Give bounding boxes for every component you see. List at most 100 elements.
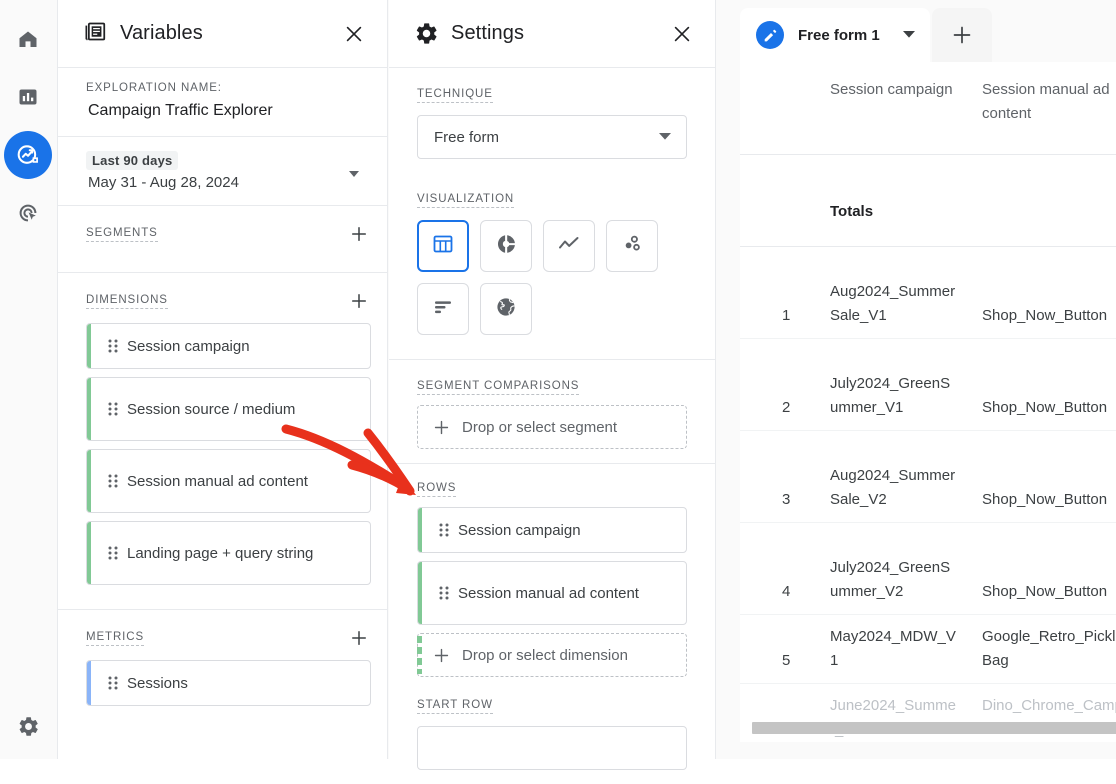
ga4-exploration-screen: Variables EXPLORATION NAME: Campaign Tra… xyxy=(0,0,1116,759)
bar-chart-icon xyxy=(431,295,455,324)
settings-panel-header: Settings xyxy=(389,0,715,68)
rows-dimension-chip[interactable]: Session manual ad content xyxy=(417,561,687,625)
plus-icon xyxy=(430,416,452,438)
dimensions-label: DIMENSIONS xyxy=(86,294,168,309)
table-header-row: Session campaign Session manual ad conte… xyxy=(740,62,1116,154)
metrics-label: METRICS xyxy=(86,631,144,646)
table-header-session-manual-ad-content[interactable]: Session manual ad content xyxy=(970,62,1116,154)
add-tab-button[interactable] xyxy=(932,8,992,62)
chevron-down-icon[interactable] xyxy=(902,26,916,44)
table-row[interactable]: 5 May2024_MDW_V1 Google_Retro_Pickleball… xyxy=(740,614,1116,683)
drag-handle-icon[interactable] xyxy=(99,545,127,561)
segment-dropzone-label: Drop or select segment xyxy=(462,419,617,436)
chevron-down-icon[interactable] xyxy=(349,171,359,177)
dimension-chip-label: Session campaign xyxy=(127,336,256,357)
totals-label: Totals xyxy=(818,154,970,246)
tab-free-form-1[interactable]: Free form 1 xyxy=(740,8,930,62)
viz-donut-chart-button[interactable] xyxy=(480,220,532,272)
close-icon[interactable] xyxy=(341,21,367,47)
dimensions-section: DIMENSIONS Session campaign Session sour… xyxy=(58,273,387,610)
rows-dimension-dropzone[interactable]: Drop or select dimension xyxy=(417,633,687,677)
exploration-canvas: Free form 1 Session campaign Session xyxy=(717,0,1116,759)
row-index: 2 xyxy=(740,338,818,430)
add-dimension-button[interactable] xyxy=(347,289,371,313)
viz-line-chart-button[interactable] xyxy=(543,220,595,272)
plus-icon xyxy=(430,644,452,666)
segment-dropzone[interactable]: Drop or select segment xyxy=(417,405,687,449)
visualization-label: VISUALIZATION xyxy=(417,193,514,208)
variables-icon xyxy=(82,21,108,47)
start-row-label: START ROW xyxy=(417,699,493,714)
technique-value: Free form xyxy=(434,129,658,146)
scrollbar-thumb[interactable] xyxy=(752,722,1116,734)
dimension-chip[interactable]: Session campaign xyxy=(86,323,371,369)
close-icon[interactable] xyxy=(669,21,695,47)
row-session-manual-ad-content: Shop_Now_Button xyxy=(970,430,1116,522)
sidebar-item-home[interactable] xyxy=(4,15,52,63)
sidebar-item-explore[interactable] xyxy=(4,131,52,179)
dimension-chip[interactable]: Landing page + query string xyxy=(86,521,371,585)
sidebar-item-admin[interactable] xyxy=(4,702,52,750)
drag-handle-icon[interactable] xyxy=(430,522,458,538)
segments-label: SEGMENTS xyxy=(86,227,158,242)
tab-title: Free form 1 xyxy=(798,27,880,44)
segment-comparisons-label: SEGMENT COMPARISONS xyxy=(417,380,579,395)
metrics-section: METRICS Sessions xyxy=(58,610,387,730)
rows-dimension-chip-label: Session campaign xyxy=(458,520,587,541)
viz-scatter-chart-button[interactable] xyxy=(606,220,658,272)
free-form-table-card: Session campaign Session manual ad conte… xyxy=(740,62,1116,742)
row-session-manual-ad-content: Google_Retro_Pickleball_Bag xyxy=(970,614,1116,683)
rows-dimension-chip[interactable]: Session campaign xyxy=(417,507,687,553)
exploration-name-value[interactable]: Campaign Traffic Explorer xyxy=(86,102,371,120)
table-horizontal-scrollbar[interactable] xyxy=(752,722,1116,734)
row-index: 1 xyxy=(740,246,818,338)
sidebar-item-reports[interactable] xyxy=(4,73,52,121)
start-row-input[interactable] xyxy=(417,726,687,770)
sidebar-item-advertising[interactable] xyxy=(4,189,52,237)
segment-comparisons-section: SEGMENT COMPARISONS Drop or select segme… xyxy=(389,360,715,464)
date-range-text: Last 90 days May 31 - Aug 28, 2024 xyxy=(86,151,349,191)
exploration-name-section: EXPLORATION NAME: Campaign Traffic Explo… xyxy=(58,68,387,137)
table-row[interactable]: 2 July2024_GreenSummer_V1 Shop_Now_Butto… xyxy=(740,338,1116,430)
free-form-table: Session campaign Session manual ad conte… xyxy=(740,62,1116,742)
add-metric-button[interactable] xyxy=(347,626,371,650)
left-nav-rail xyxy=(0,0,56,759)
rows-section: ROWS Session campaign Session manual ad … xyxy=(389,464,715,691)
metrics-header: METRICS xyxy=(86,626,371,650)
table-row[interactable]: 3 Aug2024_SummerSale_V2 Shop_Now_Button xyxy=(740,430,1116,522)
table-row[interactable]: 1 Aug2024_SummerSale_V1 Shop_Now_Button xyxy=(740,246,1116,338)
table-header-index[interactable] xyxy=(740,62,818,154)
table-header-session-campaign[interactable]: Session campaign xyxy=(818,62,970,154)
date-range-pill: Last 90 days xyxy=(86,151,178,170)
viz-bar-chart-button[interactable] xyxy=(417,283,469,335)
dimension-chip[interactable]: Session source / medium xyxy=(86,377,371,441)
dimensions-header: DIMENSIONS xyxy=(86,289,371,313)
add-segment-button[interactable] xyxy=(347,222,371,246)
drag-handle-icon[interactable] xyxy=(99,401,127,417)
dimension-chip[interactable]: Session manual ad content xyxy=(86,449,371,513)
metric-chip-label: Sessions xyxy=(127,673,194,694)
date-range-selector[interactable]: Last 90 days May 31 - Aug 28, 2024 xyxy=(58,137,387,206)
date-range-value: May 31 - Aug 28, 2024 xyxy=(86,174,349,191)
segments-header: SEGMENTS xyxy=(86,222,371,246)
chevron-down-icon[interactable] xyxy=(658,128,672,146)
exploration-name-label: EXPLORATION NAME: xyxy=(86,82,371,94)
segments-section: SEGMENTS xyxy=(58,206,387,273)
advertising-icon xyxy=(16,201,40,225)
row-index: 4 xyxy=(740,522,818,614)
edit-pencil-icon xyxy=(756,21,784,49)
gear-icon xyxy=(17,715,40,738)
technique-select[interactable]: Free form xyxy=(417,115,687,159)
drag-handle-icon[interactable] xyxy=(99,675,127,691)
start-row-section: START ROW xyxy=(389,691,715,784)
table-totals-row: Totals xyxy=(740,154,1116,246)
drag-handle-icon[interactable] xyxy=(99,473,127,489)
drag-handle-icon[interactable] xyxy=(99,338,127,354)
totals-spacer xyxy=(740,154,818,246)
viz-geo-map-button[interactable] xyxy=(480,283,532,335)
viz-free-form-table-button[interactable] xyxy=(417,220,469,272)
table-row[interactable]: 4 July2024_GreenSummer_V2 Shop_Now_Butto… xyxy=(740,522,1116,614)
dimension-chip-label: Session source / medium xyxy=(127,399,301,420)
drag-handle-icon[interactable] xyxy=(430,585,458,601)
metric-chip[interactable]: Sessions xyxy=(86,660,371,706)
